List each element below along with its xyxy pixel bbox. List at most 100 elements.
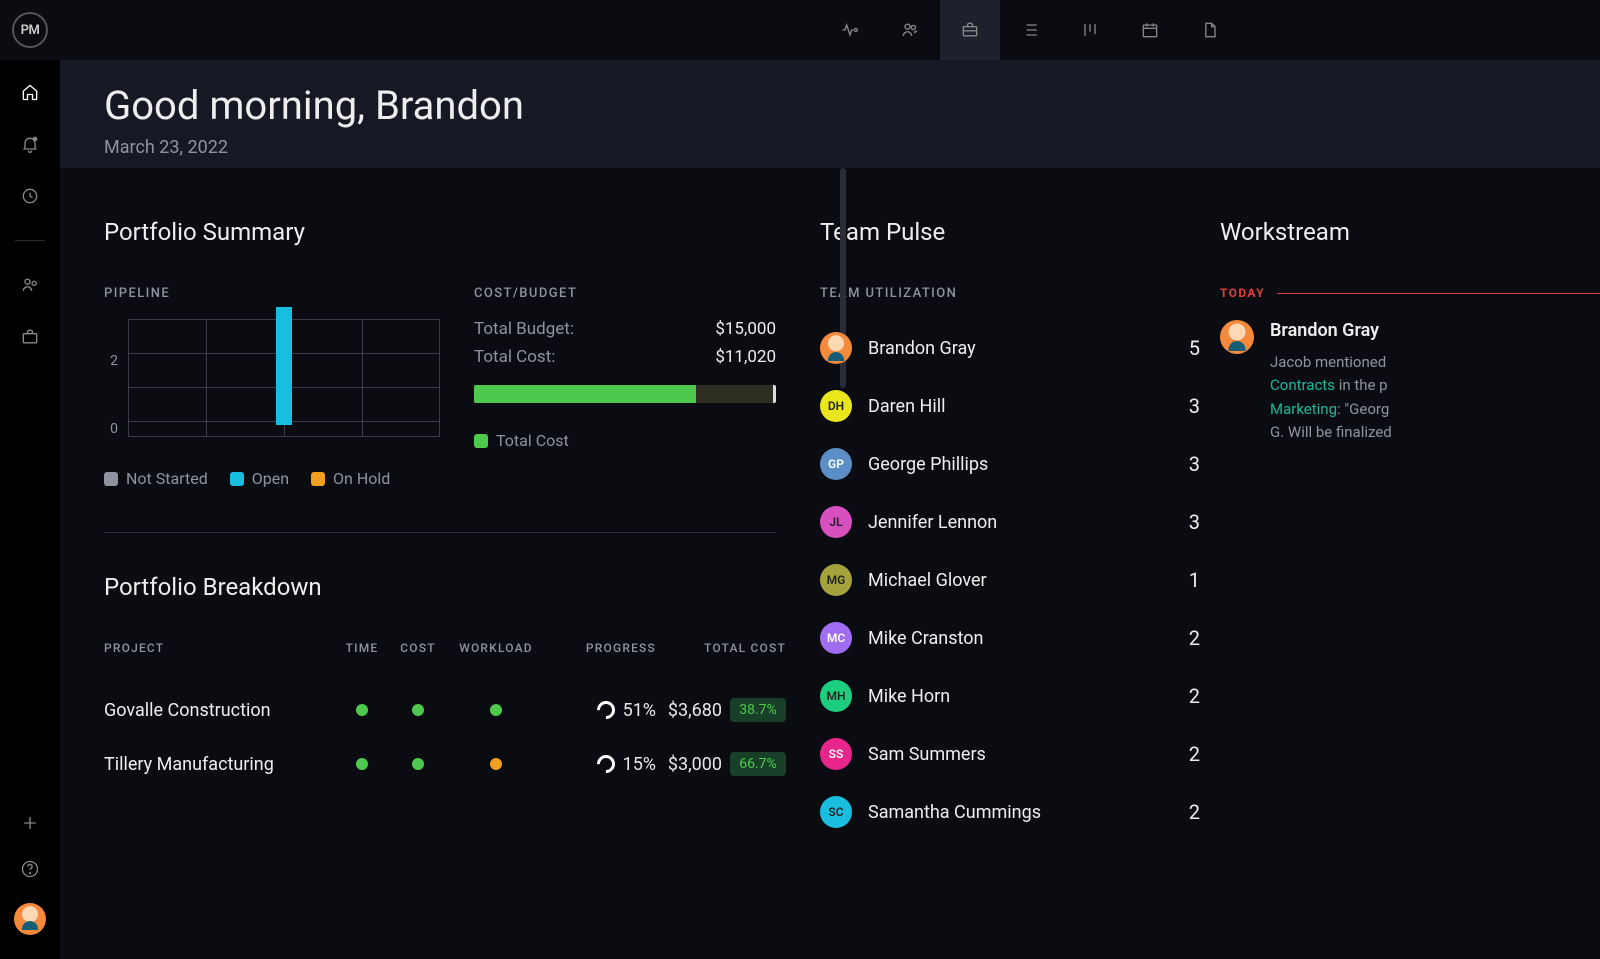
sidebar	[0, 60, 60, 959]
list-icon[interactable]	[1000, 0, 1060, 60]
pipeline-bar-open	[276, 307, 292, 425]
project-name: Govalle Construction	[104, 700, 334, 721]
greeting-title: Good morning, Brandon	[104, 82, 1600, 129]
logo-text: PM	[12, 12, 48, 48]
team-pulse-title: Team Pulse	[820, 218, 1200, 246]
team-avatar-icon: MG	[820, 564, 852, 596]
table-row[interactable]: Tillery Manufacturing15%$3,00066.7%	[104, 737, 776, 791]
team-member-name: Brandon Gray	[868, 338, 1156, 359]
portfolio-column: Portfolio Summary PIPELINE 20	[60, 168, 820, 959]
portfolio-summary-title: Portfolio Summary	[104, 218, 776, 246]
pipeline-grid	[128, 319, 440, 437]
total-budget-label: Total Budget:	[474, 319, 574, 339]
legend-not-started: Not Started	[104, 469, 208, 488]
team-member-name: Mike Cranston	[868, 628, 1156, 649]
team-avatar-icon: SS	[820, 738, 852, 770]
team-count: 1	[1172, 568, 1200, 592]
team-count: 2	[1172, 626, 1200, 650]
legend-on-hold: On Hold	[311, 469, 390, 488]
pulse-icon[interactable]	[820, 0, 880, 60]
workstream-text: Jacob mentioned Contracts in the p Marke…	[1270, 351, 1600, 444]
app-logo[interactable]: PM	[0, 0, 60, 60]
page-header: Good morning, Brandon March 23, 2022	[60, 60, 1600, 168]
briefcase-nav-icon[interactable]	[940, 0, 1000, 60]
team-row[interactable]: SSSam Summers2	[820, 725, 1200, 783]
progress-ring-icon	[593, 697, 618, 722]
budget-progress-end	[773, 385, 776, 403]
team-row[interactable]: SC Samantha Cummings 2	[820, 783, 1200, 841]
workstream-avatar-icon	[1220, 320, 1254, 354]
team-count: 2	[1172, 800, 1200, 824]
team-icon[interactable]	[880, 0, 940, 60]
team-row[interactable]: MG Michael Glover 1	[820, 551, 1200, 609]
today-line	[1277, 293, 1600, 294]
team-avatar-icon: MC	[820, 622, 852, 654]
team-pulse-column: Team Pulse TEAM UTILIZATION Brandon Gray…	[820, 168, 1200, 959]
workstream-item[interactable]: Brandon Gray Jacob mentioned Contracts i…	[1220, 320, 1600, 444]
sidebar-divider	[15, 240, 45, 241]
plus-icon[interactable]	[18, 811, 42, 835]
team-member-name: Michael Glover	[868, 570, 1156, 591]
total-cost-label: Total Cost:	[474, 347, 555, 367]
home-icon[interactable]	[18, 80, 42, 104]
team-row[interactable]: GPGeorge Phillips3	[820, 435, 1200, 493]
portfolio-breakdown-title: Portfolio Breakdown	[104, 573, 776, 601]
total-cost-cell: $3,68038.7%	[656, 698, 786, 722]
team-member-name: Mike Horn	[868, 686, 1156, 707]
pipeline-legend: Not Started Open On Hold	[104, 469, 444, 488]
col-time: TIME	[334, 641, 390, 655]
total-budget-value: $15,000	[715, 319, 776, 339]
col-cost: COST	[390, 641, 446, 655]
pipeline-label: PIPELINE	[104, 286, 444, 301]
team-member-name: Samantha Cummings	[868, 802, 1156, 823]
team-row[interactable]: MHMike Horn2	[820, 667, 1200, 725]
team-row[interactable]: MC Mike Cranston 2	[820, 609, 1200, 667]
team-member-name: Jennifer Lennon	[868, 512, 1156, 533]
section-divider	[104, 532, 776, 533]
team-count: 5	[1172, 336, 1200, 360]
pipeline-panel: PIPELINE 20	[104, 286, 444, 488]
cost-dot	[390, 758, 446, 770]
pct-badge: 38.7%	[730, 698, 786, 722]
bell-icon[interactable]	[18, 132, 42, 156]
help-icon[interactable]	[18, 857, 42, 881]
team-member-name: Daren Hill	[868, 396, 1156, 417]
col-project: PROJECT	[104, 641, 334, 655]
today-label: TODAY	[1220, 286, 1265, 300]
team-rows: Brandon Gray 5 DHDaren Hill3GPGeorge Phill…	[820, 319, 1200, 841]
clock-icon[interactable]	[18, 184, 42, 208]
col-total: TOTAL COST	[656, 641, 786, 655]
progress-cell: 51%	[546, 700, 656, 721]
mention-contracts[interactable]: Contracts	[1270, 376, 1335, 394]
file-icon[interactable]	[1180, 0, 1240, 60]
legend-open: Open	[230, 469, 289, 488]
team-row[interactable]: DHDaren Hill3	[820, 377, 1200, 435]
mention-marketing[interactable]: Marketing	[1270, 400, 1337, 418]
board-icon[interactable]	[1060, 0, 1120, 60]
team-count: 3	[1172, 452, 1200, 476]
team-utilization-label: TEAM UTILIZATION	[820, 286, 1200, 301]
header-date: March 23, 2022	[104, 137, 1600, 158]
budget-progress-bar	[474, 385, 776, 403]
team-avatar-icon: SC	[820, 796, 852, 828]
user-avatar-icon[interactable]	[14, 903, 46, 935]
total-cost-value: $11,020	[715, 347, 776, 367]
project-name: Tillery Manufacturing	[104, 754, 334, 775]
team-row[interactable]: Brandon Gray 5	[820, 319, 1200, 377]
table-row[interactable]: Govalle Construction51%$3,68038.7%	[104, 683, 776, 737]
top-nav	[820, 0, 1240, 60]
team-avatar-icon: GP	[820, 448, 852, 480]
team-count: 2	[1172, 742, 1200, 766]
pct-badge: 66.7%	[730, 752, 786, 776]
budget-progress-fill	[474, 385, 696, 403]
budget-legend: Total Cost	[474, 431, 776, 450]
team-row[interactable]: JLJennifer Lennon3	[820, 493, 1200, 551]
calendar-icon[interactable]	[1120, 0, 1180, 60]
pipeline-chart: 20	[104, 319, 444, 449]
pipeline-y-axis: 20	[104, 319, 124, 437]
main-content: Portfolio Summary PIPELINE 20	[60, 168, 1600, 959]
briefcase-icon[interactable]	[18, 325, 42, 349]
workstream-title: Workstream	[1220, 218, 1600, 246]
topbar: PM	[0, 0, 1600, 60]
people-icon[interactable]	[18, 273, 42, 297]
